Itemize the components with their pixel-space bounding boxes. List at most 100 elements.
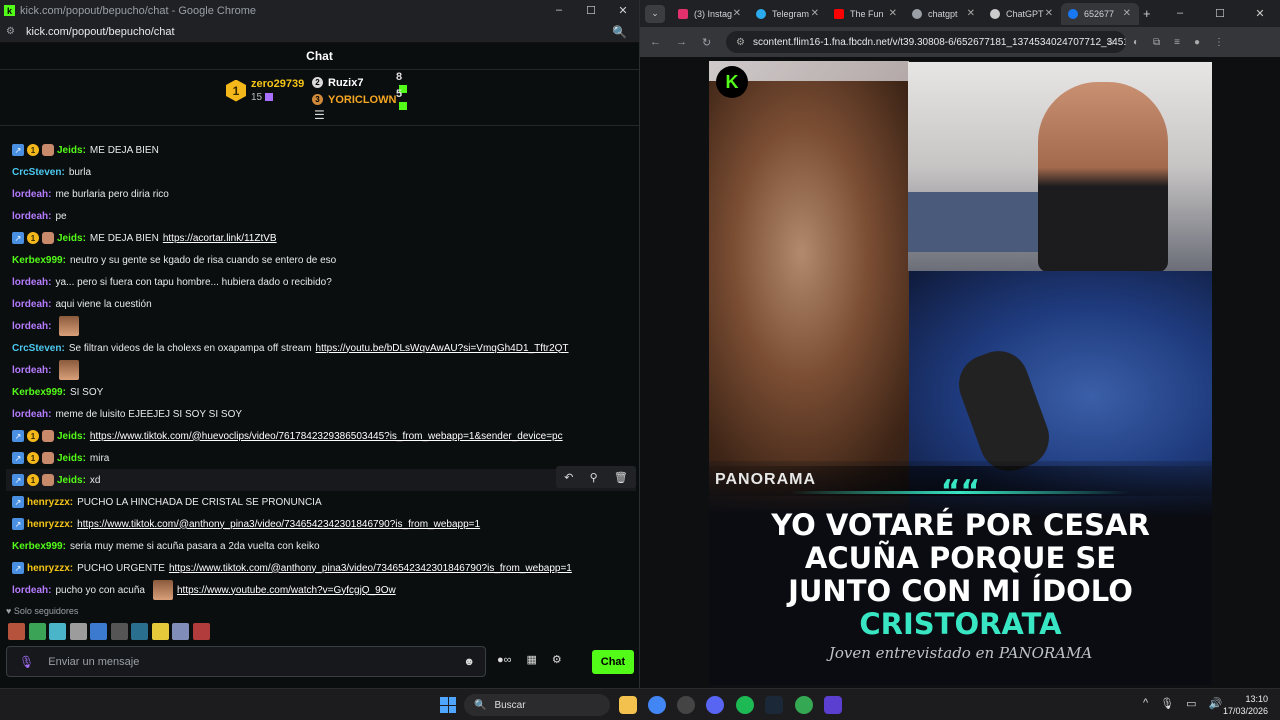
chat-message[interactable]: ↗ 1 Jeids: ME DEJA BIEN https://acortar.link… bbox=[12, 227, 277, 249]
spotify-icon[interactable] bbox=[736, 696, 754, 714]
rewards-icon[interactable]: ●∞ bbox=[497, 654, 512, 666]
chat-link[interactable]: https://www.tiktok.com/@huevoclips/video… bbox=[90, 431, 563, 442]
tab[interactable]: The Fun ✕ bbox=[827, 3, 905, 25]
clock[interactable]: 13:10 17/03/2026 bbox=[1222, 693, 1268, 717]
emote-icon[interactable] bbox=[131, 623, 148, 640]
chat-link[interactable]: https://acortar.link/11ZtVB bbox=[163, 233, 277, 244]
chat-username[interactable]: henryzzx bbox=[27, 519, 70, 530]
close-tab-icon[interactable]: ✕ bbox=[733, 8, 741, 19]
close-tab-icon[interactable]: ✕ bbox=[889, 8, 897, 19]
profile-avatar-icon[interactable]: ● bbox=[1194, 37, 1200, 48]
reload-icon[interactable]: ↻ bbox=[702, 36, 718, 49]
chat-message[interactable]: lordeah: ya... pero si fuera con tapu hom… bbox=[12, 271, 336, 293]
new-tab-icon[interactable]: + bbox=[1143, 6, 1151, 21]
chat-message[interactable]: lordeah: meme de luisito EJEEJEJ SI SOY S… bbox=[12, 403, 246, 425]
chat-message[interactable]: lordeah: pucho yo con acuña https://www.yo… bbox=[12, 579, 396, 601]
chat-message[interactable]: ↗ henryzzx: https://www.tiktok.com/@anthon… bbox=[12, 513, 480, 535]
microphone-icon[interactable]: 🎙 bbox=[19, 655, 34, 669]
tab[interactable]: chatgpt ✕ bbox=[905, 3, 983, 25]
close-tab-icon[interactable]: ✕ bbox=[1123, 8, 1131, 19]
tab[interactable]: ChatGPT ✕ bbox=[983, 3, 1061, 25]
close-button[interactable]: ✕ bbox=[1240, 7, 1280, 20]
steam-icon[interactable] bbox=[765, 696, 783, 714]
discord-icon[interactable] bbox=[706, 696, 724, 714]
maximize-button[interactable]: ☐ bbox=[1200, 7, 1240, 20]
pin-icon[interactable]: ⚲ bbox=[590, 471, 598, 484]
minimize-button[interactable]: – bbox=[543, 4, 575, 17]
maximize-button[interactable]: ☐ bbox=[575, 4, 607, 17]
tab[interactable]: (3) Instagram✕ bbox=[671, 3, 749, 25]
chat-username[interactable]: lordeah bbox=[12, 211, 48, 222]
leaderboard-row[interactable]: 3 YORICLOWN 5 bbox=[312, 88, 407, 110]
settings-gear-icon[interactable]: ⚙ bbox=[552, 653, 562, 666]
site-info-icon[interactable]: ⚙ bbox=[6, 26, 16, 37]
extensions-puzzle-icon[interactable]: ⧉ bbox=[1153, 37, 1160, 48]
tab-active[interactable]: 652677 ✕ bbox=[1061, 2, 1139, 25]
chat-message[interactable]: lordeah: bbox=[12, 315, 83, 337]
chat-username[interactable]: lordeah bbox=[12, 409, 48, 420]
chat-message[interactable]: ↗ 1 Jeids: mira bbox=[12, 447, 113, 469]
emote-icon[interactable] bbox=[90, 623, 107, 640]
chat-message[interactable]: ↗ 1 Jeids: ME DEJA BIEN bbox=[12, 139, 163, 161]
chat-message[interactable]: CrcSteven: burla bbox=[12, 161, 95, 183]
close-tab-icon[interactable]: ✕ bbox=[1045, 8, 1053, 19]
chat-input-placeholder[interactable]: Enviar un mensaje bbox=[48, 656, 139, 668]
site-info-icon[interactable]: ⚙ bbox=[736, 37, 745, 48]
chat-username[interactable]: Kerbex999 bbox=[12, 541, 63, 552]
chat-username[interactable]: lordeah bbox=[12, 365, 48, 376]
chat-username[interactable]: Jeids bbox=[57, 453, 83, 464]
send-chat-button[interactable]: Chat bbox=[592, 650, 634, 674]
chat-message[interactable]: lordeah: pe bbox=[12, 205, 71, 227]
close-tab-icon[interactable]: ✕ bbox=[811, 8, 819, 19]
chat-username[interactable]: Kerbex999 bbox=[12, 255, 63, 266]
close-tab-icon[interactable]: ✕ bbox=[967, 8, 975, 19]
emote-icon[interactable] bbox=[69, 623, 87, 640]
chat-username[interactable]: henryzzx bbox=[27, 497, 70, 508]
emote-icon[interactable] bbox=[49, 623, 66, 640]
chat-username[interactable]: henryzzx bbox=[27, 563, 70, 574]
app-grid-icon[interactable] bbox=[824, 696, 842, 714]
emote-icon[interactable] bbox=[151, 623, 169, 640]
chat-message[interactable]: lordeah: bbox=[12, 359, 83, 381]
file-explorer-icon[interactable] bbox=[619, 696, 637, 714]
chat-message[interactable]: Kerbex999: neutro y su gente se kgado de … bbox=[12, 249, 340, 271]
chat-username[interactable]: lordeah bbox=[12, 585, 48, 596]
chrome-icon[interactable] bbox=[648, 696, 666, 714]
chat-username[interactable]: Jeids bbox=[57, 145, 83, 156]
minimize-button[interactable]: – bbox=[1160, 7, 1200, 20]
tab-search-icon[interactable]: ⌄ bbox=[645, 4, 665, 23]
chat-username[interactable]: Jeids bbox=[57, 475, 83, 486]
address-bar[interactable]: ⚙ kick.com/popout/bepucho/chat 🔍 bbox=[0, 21, 639, 43]
chat-message[interactable]: CrcSteven: Se filtran videos de la cholex… bbox=[12, 337, 569, 359]
tab[interactable]: Telegram ✕ bbox=[749, 3, 827, 25]
chat-message[interactable]: lordeah: me burlaria pero diria rico bbox=[12, 183, 173, 205]
chrome-alt-icon[interactable] bbox=[795, 696, 813, 714]
forward-icon[interactable]: → bbox=[676, 36, 692, 48]
url-text[interactable]: scontent.flim16-1.fna.fbcdn.net/v/t39.30… bbox=[753, 37, 1126, 48]
chat-message[interactable]: Kerbex999: SI SOY bbox=[12, 381, 107, 403]
bookmark-star-icon[interactable]: ☆ bbox=[1106, 37, 1115, 48]
chat-message[interactable]: Kerbex999: seria muy meme si acuña pasara… bbox=[12, 535, 324, 557]
back-icon[interactable]: ← bbox=[650, 36, 666, 48]
network-icon[interactable]: ▭ bbox=[1186, 697, 1196, 710]
media-icon[interactable]: ≡ bbox=[1174, 37, 1180, 48]
chat-username[interactable]: lordeah bbox=[12, 299, 48, 310]
chat-message[interactable]: lordeah: aqui viene la cuestión bbox=[12, 293, 156, 315]
zoom-icon[interactable]: 🔍 bbox=[612, 25, 627, 39]
chat-message[interactable]: ↗ 1 Jeids: xd bbox=[6, 469, 636, 491]
chat-link[interactable]: https://www.tiktok.com/@anthony_pina3/vi… bbox=[169, 563, 572, 574]
leaderboard-first[interactable]: 1 zero29739 15 bbox=[226, 78, 304, 103]
emoji-picker-icon[interactable]: ☻ bbox=[463, 656, 475, 668]
chat-username[interactable]: CrcSteven bbox=[12, 167, 61, 178]
volume-icon[interactable]: 🔊 bbox=[1209, 697, 1223, 710]
expand-leaderboard-icon[interactable]: ☰ bbox=[314, 108, 325, 122]
chat-username[interactable]: lordeah bbox=[12, 277, 48, 288]
extension-icon[interactable]: ◐ bbox=[1133, 37, 1139, 48]
emote-icon[interactable] bbox=[172, 623, 189, 640]
delete-icon[interactable]: 🗑 bbox=[614, 471, 628, 484]
tray-expand-icon[interactable]: ^ bbox=[1143, 697, 1148, 710]
address-field[interactable]: ⚙ scontent.flim16-1.fna.fbcdn.net/v/t39.… bbox=[726, 31, 1126, 53]
close-button[interactable]: ✕ bbox=[607, 4, 639, 17]
chat-message[interactable]: ↗ henryzzx: PUCHO URGENTE https://www.tikto… bbox=[12, 557, 572, 579]
chat-link[interactable]: https://youtu.be/bDLsWqvAwAU?si=VmqGh4D1… bbox=[316, 343, 569, 354]
